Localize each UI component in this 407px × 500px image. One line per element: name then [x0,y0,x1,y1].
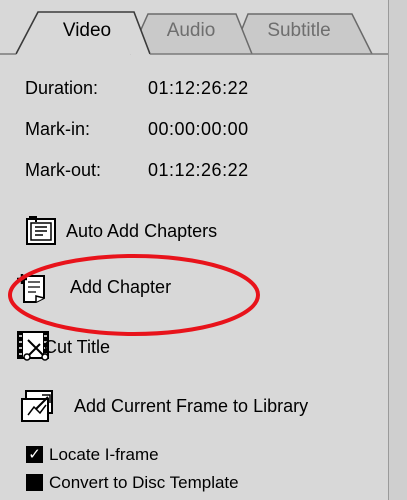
locate-iframe-label: Locate I-frame [49,445,159,464]
cut-title-label: Cut Title [44,337,111,357]
markin-value: 00:00:00:00 [148,119,249,139]
add-frame-to-library-button[interactable]: Add Current Frame to Library [20,389,390,423]
duration-value: 01:12:26:22 [148,78,249,98]
add-chapter-label: Add Chapter [70,277,172,297]
add-chapter-button[interactable]: Add Chapter [14,270,214,304]
auto-add-chapters-label: Auto Add Chapters [66,221,218,241]
duration-label: Duration: [25,78,99,98]
tab-bar: Video Audio Subtitle [0,0,388,56]
convert-template-label: Convert to Disc Template [49,473,239,492]
markout-label: Mark-out: [25,160,102,180]
auto-add-chapters-button[interactable]: Auto Add Chapters [24,214,284,248]
tab-subtitle[interactable]: Subtitle [250,19,348,43]
panel-edge [389,0,407,500]
cut-title-button[interactable]: Cut Title [16,328,196,362]
add-frame-to-library-label: Add Current Frame to Library [74,396,309,416]
tab-video[interactable]: Video [42,19,132,43]
auto-chapter-icon [26,216,56,245]
tab-audio[interactable]: Audio [150,19,232,43]
checkbox-unchecked-icon[interactable] [26,474,43,491]
markin-label: Mark-in: [25,119,91,139]
checkbox-checked-icon[interactable]: ✓ [26,446,43,463]
add-chapter-icon [17,274,45,303]
frame-library-icon [21,390,53,422]
markout-value: 01:12:26:22 [148,160,249,180]
